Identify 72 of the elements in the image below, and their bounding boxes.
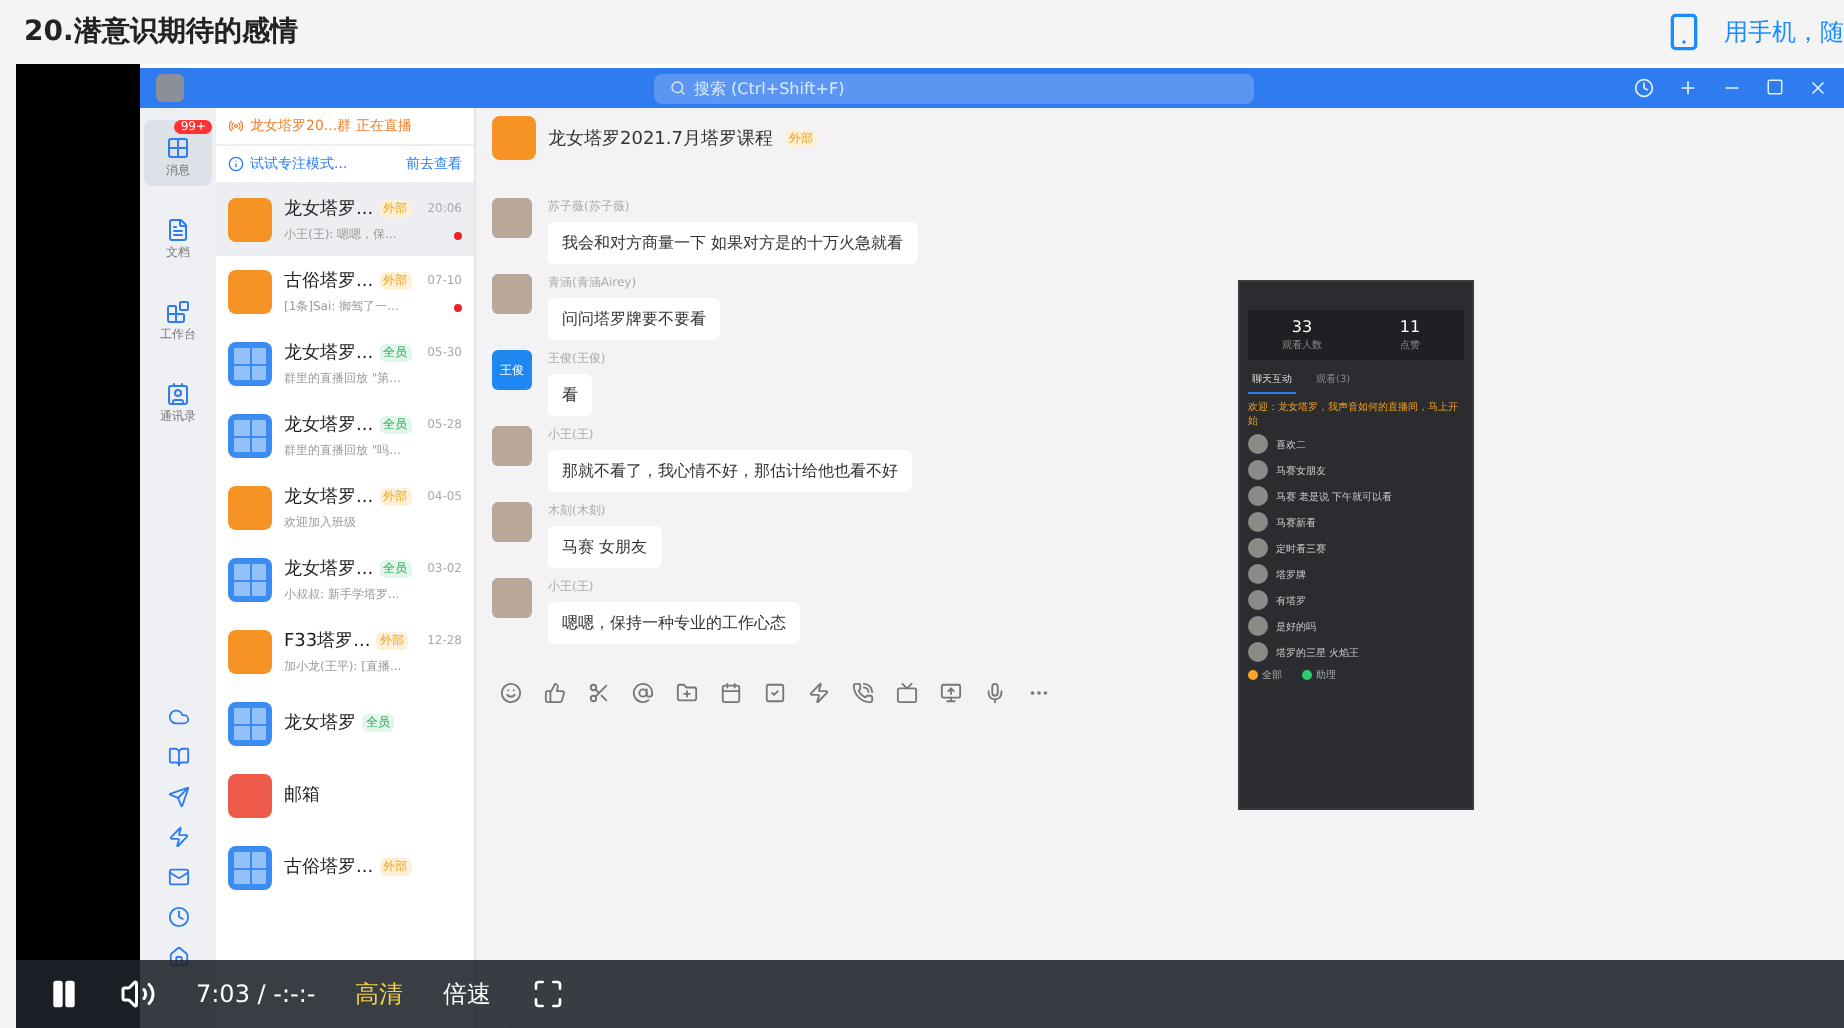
user-avatar: [492, 502, 532, 542]
stat-value: 33: [1291, 318, 1313, 336]
chat-title: 龙女塔罗2021.7月塔罗课程: [548, 127, 773, 151]
emoji-icon[interactable]: [500, 682, 522, 704]
scissors-icon[interactable]: [588, 682, 610, 704]
group-avatar-icon: [228, 270, 272, 314]
lightning-icon[interactable]: [808, 682, 830, 704]
lightning-icon[interactable]: [167, 826, 189, 848]
group-avatar-icon: [228, 414, 272, 458]
message-bubble: 马赛 女朋友: [548, 526, 662, 568]
fullscreen-button[interactable]: [531, 978, 564, 1010]
group-avatar-icon: [228, 630, 272, 674]
info-icon: [228, 156, 244, 172]
quality-button[interactable]: 高清: [355, 977, 404, 1011]
at-icon[interactable]: [632, 682, 654, 704]
checkbox-icon[interactable]: [764, 682, 786, 704]
maximize-icon[interactable]: [1766, 78, 1784, 96]
user-avatar: [492, 578, 532, 618]
video-title: 20.潜意识期待的感情: [24, 14, 298, 50]
conversation-name: F33塔罗...: [284, 629, 371, 654]
nav-icon: [166, 136, 190, 160]
playback-time: 7:03 / -:-:-: [196, 980, 316, 1008]
broadcast-icon: [228, 118, 244, 134]
conversation-name: 龙女塔罗...: [284, 485, 374, 510]
tv-icon[interactable]: [896, 682, 918, 704]
group-avatar-icon: [228, 558, 272, 602]
message-bubble: 看: [548, 374, 592, 416]
add-icon[interactable]: [1678, 78, 1698, 98]
nav-icon: [166, 382, 190, 406]
group-avatar-icon: [228, 486, 272, 530]
calendar-icon[interactable]: [720, 682, 742, 704]
nav-icon: [166, 218, 190, 242]
group-avatar-icon: [228, 342, 272, 386]
history-icon[interactable]: [1634, 78, 1654, 98]
phone-icon[interactable]: [852, 682, 874, 704]
pause-button[interactable]: [48, 978, 80, 1010]
group-avatar-icon: [228, 198, 272, 242]
conversation-name: 龙女塔罗...: [284, 341, 374, 366]
screen-share-icon[interactable]: [940, 682, 962, 704]
user-avatar: [492, 198, 532, 238]
user-avatar: [492, 426, 532, 466]
cloud-icon[interactable]: [167, 706, 189, 728]
user-avatar: [492, 274, 532, 314]
conversation-name: 古俗塔罗...: [284, 269, 374, 294]
message-bubble: 我会和对方商量一下 如果对方是的十万火急就看: [548, 222, 918, 264]
message-bubble: 嗯嗯，保持一种专业的工作心态: [548, 602, 800, 644]
group-avatar-icon: [492, 116, 536, 160]
folder-icon[interactable]: [676, 682, 698, 704]
clock-icon[interactable]: [167, 906, 189, 928]
microphone-icon[interactable]: [984, 682, 1006, 704]
conversation-name: 邮箱: [284, 783, 320, 807]
conversation-name: 龙女塔罗...: [284, 557, 374, 582]
conversation-name: 古俗塔罗...: [284, 855, 374, 879]
conversation-name: 龙女塔罗: [284, 711, 356, 735]
stat-value: 11: [1399, 318, 1421, 336]
send-icon[interactable]: [167, 786, 189, 808]
group-avatar-icon: [228, 846, 272, 890]
conversation-name: 龙女塔罗...: [284, 413, 374, 438]
conversation-item[interactable]: 邮箱: [216, 760, 474, 832]
speed-button[interactable]: 倍速: [443, 977, 492, 1011]
close-icon[interactable]: [1808, 78, 1828, 98]
book-icon[interactable]: [167, 746, 189, 768]
volume-button[interactable]: [120, 976, 156, 1012]
search-icon: [670, 80, 686, 96]
group-avatar-icon: [228, 702, 272, 746]
conversation-name: 龙女塔罗...: [284, 197, 374, 222]
message-bubble: 那就不看了，我心情不好，那估计给他也看不好: [548, 450, 912, 492]
mail-icon[interactable]: [167, 866, 189, 888]
mail-icon: [228, 774, 272, 818]
message-bubble: 问问塔罗牌要不要看: [548, 298, 720, 340]
nav-icon: [166, 300, 190, 324]
thumbs-up-icon[interactable]: [544, 682, 566, 704]
